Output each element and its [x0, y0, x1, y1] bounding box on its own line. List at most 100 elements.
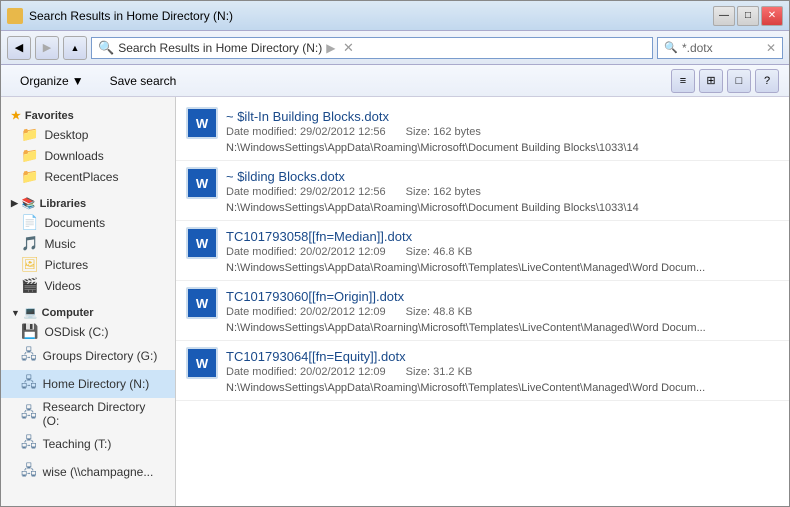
address-icon: 🔍 — [98, 40, 114, 56]
save-search-button[interactable]: Save search — [101, 70, 186, 92]
sidebar-item-desktop[interactable]: 📁 Desktop — [1, 124, 175, 145]
forward-button[interactable]: ▶ — [35, 36, 59, 60]
sidebar-item-research[interactable]: 🖧 Research Directory (O: — [1, 398, 175, 430]
chevron-icon: ▼ — [11, 308, 20, 318]
search-clear-button[interactable]: ✕ — [766, 41, 776, 55]
sidebar-item-documents[interactable]: 📄 Documents — [1, 212, 175, 233]
file-name: TC101793058[[fn=Median]].dotx — [226, 229, 779, 244]
file-word-icon: W — [186, 287, 218, 319]
file-path: N:\WindowsSettings\AppData\Roaming\Micro… — [186, 202, 779, 214]
file-size: Size: 31.2 KB — [406, 366, 473, 378]
sidebar-item-recentplaces[interactable]: 📁 RecentPlaces — [1, 166, 175, 187]
file-date: Date modified: 20/02/2012 12:09 — [226, 306, 386, 318]
folder-icon: 📁 — [21, 147, 38, 164]
sidebar-item-label: Pictures — [45, 258, 88, 272]
file-content-area: W ~ $ilt-In Building Blocks.dotx Date mo… — [176, 97, 789, 506]
file-name: ~ $ilding Blocks.dotx — [226, 169, 779, 184]
window-icon — [7, 8, 23, 24]
file-word-icon: W — [186, 107, 218, 139]
file-item-top: W TC101793064[[fn=Equity]].dotx Date mod… — [186, 347, 779, 379]
help-button[interactable]: ? — [755, 69, 779, 93]
back-button[interactable]: ◀ — [7, 36, 31, 60]
sidebar-item-videos[interactable]: 🎬 Videos — [1, 275, 175, 296]
file-path: N:\WindowsSettings\AppData\Roarning\Micr… — [186, 322, 779, 334]
file-date: Date modified: 20/02/2012 12:09 — [226, 246, 386, 258]
music-icon: 🎵 — [21, 235, 38, 252]
sidebar-item-downloads[interactable]: 📁 Downloads — [1, 145, 175, 166]
toolbar-right: ≡ ⊞ □ ? — [671, 69, 779, 93]
file-name: TC101793060[[fn=Origin]].dotx — [226, 289, 779, 304]
network-icon: 🖧 — [21, 372, 37, 396]
up-button[interactable]: ▲ — [63, 36, 87, 60]
computer-section-header: ▼ 💻 Computer — [1, 302, 175, 321]
main-area: ★ Favorites 📁 Desktop 📁 Downloads 📁 Rece… — [1, 97, 789, 506]
view-toggle-button[interactable]: ⊞ — [699, 69, 723, 93]
file-info: ~ $ilding Blocks.dotx Date modified: 29/… — [226, 169, 779, 198]
sidebar-item-label: Groups Directory (G:) — [43, 349, 158, 363]
network-icon: 🖧 — [21, 402, 37, 426]
toolbar: Organize ▼ Save search ≡ ⊞ □ ? — [1, 65, 789, 97]
organize-arrow: ▼ — [72, 74, 84, 88]
network-icon: 🖧 — [21, 460, 37, 484]
sidebar-item-label: Teaching (T:) — [43, 437, 112, 451]
sidebar-item-wise[interactable]: 🖧 wise (\\champagne... — [1, 458, 175, 486]
video-icon: 🎬 — [21, 277, 38, 294]
file-info: TC101793060[[fn=Origin]].dotx Date modif… — [226, 289, 779, 318]
title-bar: Search Results in Home Directory (N:) — … — [1, 1, 789, 31]
window-title: Search Results in Home Directory (N:) — [29, 9, 233, 23]
title-bar-left: Search Results in Home Directory (N:) — [7, 8, 233, 24]
sidebar-item-teaching[interactable]: 🖧 Teaching (T:) — [1, 430, 175, 458]
search-input[interactable] — [682, 41, 762, 55]
file-item-top: W TC101793060[[fn=Origin]].dotx Date mod… — [186, 287, 779, 319]
preview-button[interactable]: □ — [727, 69, 751, 93]
sidebar-item-osdisk[interactable]: 💾 OSDisk (C:) — [1, 321, 175, 342]
file-item-top: W ~ $ilt-In Building Blocks.dotx Date mo… — [186, 107, 779, 139]
sidebar-item-label: Music — [44, 237, 75, 251]
file-item-top: W ~ $ilding Blocks.dotx Date modified: 2… — [186, 167, 779, 199]
file-name: TC101793064[[fn=Equity]].dotx — [226, 349, 779, 364]
organize-button[interactable]: Organize ▼ — [11, 70, 93, 92]
sidebar-item-label: Research Directory (O: — [43, 400, 165, 428]
chevron-icon: ▶ — [11, 198, 18, 209]
file-item[interactable]: W TC101793064[[fn=Equity]].dotx Date mod… — [176, 341, 789, 401]
title-controls: — □ ✕ — [713, 6, 783, 26]
file-item[interactable]: W ~ $ilding Blocks.dotx Date modified: 2… — [176, 161, 789, 221]
address-path[interactable]: 🔍 Search Results in Home Directory (N:) … — [91, 37, 653, 59]
file-name: ~ $ilt-In Building Blocks.dotx — [226, 109, 779, 124]
sidebar-item-home[interactable]: 🖧 Home Directory (N:) — [1, 370, 175, 398]
minimize-button[interactable]: — — [713, 6, 735, 26]
computer-section-label: ▼ 💻 Computer — [1, 302, 175, 321]
sidebar-item-label: OSDisk (C:) — [44, 325, 108, 339]
file-item[interactable]: W TC101793058[[fn=Median]].dotx Date mod… — [176, 221, 789, 281]
file-item[interactable]: W ~ $ilt-In Building Blocks.dotx Date mo… — [176, 101, 789, 161]
folder-icon: 📁 — [21, 126, 38, 143]
libraries-icon: 📚 — [22, 197, 36, 210]
file-path: N:\WindowsSettings\AppData\Roaming\Micro… — [186, 262, 779, 274]
file-date: Date modified: 20/02/2012 12:09 — [226, 366, 386, 378]
sidebar-item-music[interactable]: 🎵 Music — [1, 233, 175, 254]
computer-icon: 💻 — [24, 306, 38, 319]
file-word-icon: W — [186, 347, 218, 379]
folder-icon: 📄 — [21, 214, 38, 231]
file-path: N:\WindowsSettings\AppData\Roaming\Micro… — [186, 382, 779, 394]
favorites-section: ★ Favorites — [1, 105, 175, 124]
file-date: Date modified: 29/02/2012 12:56 — [226, 126, 386, 138]
libraries-section-header: ▶ 📚 Libraries — [1, 193, 175, 212]
maximize-button[interactable]: □ — [737, 6, 759, 26]
address-clear-button[interactable]: ✕ — [339, 39, 357, 57]
view-options-button[interactable]: ≡ — [671, 69, 695, 93]
sidebar-item-groups[interactable]: 🖧 Groups Directory (G:) — [1, 342, 175, 370]
folder-icon: 📁 — [21, 168, 38, 185]
file-meta: Date modified: 20/02/2012 12:09 Size: 46… — [226, 246, 779, 258]
file-date: Date modified: 29/02/2012 12:56 — [226, 186, 386, 198]
sidebar-item-label: Home Directory (N:) — [43, 377, 150, 391]
sidebar-item-pictures[interactable]: 🖼 Pictures — [1, 254, 175, 275]
sidebar: ★ Favorites 📁 Desktop 📁 Downloads 📁 Rece… — [1, 97, 176, 506]
network-icon: 🖧 — [21, 344, 37, 368]
libraries-section-label: ▶ 📚 Libraries — [1, 193, 175, 212]
file-info: ~ $ilt-In Building Blocks.dotx Date modi… — [226, 109, 779, 138]
organize-label: Organize — [20, 74, 69, 88]
file-item[interactable]: W TC101793060[[fn=Origin]].dotx Date mod… — [176, 281, 789, 341]
file-path: N:\WindowsSettings\AppData\Roaming\Micro… — [186, 142, 779, 154]
close-button[interactable]: ✕ — [761, 6, 783, 26]
